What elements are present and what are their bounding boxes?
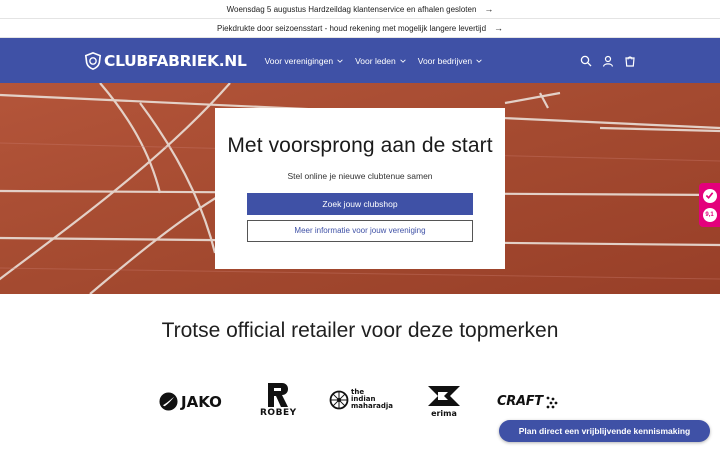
shield-logo-icon (84, 51, 102, 70)
review-side-widget[interactable]: 9,1 (699, 183, 720, 227)
hero-card: Met voorsprong aan de start Stel online … (215, 108, 505, 269)
jako-emblem-icon (159, 392, 178, 411)
review-score-badge: 9,1 (702, 207, 717, 222)
brand-logo-row: JAKO ROBEY the indian maharadja erima CR… (0, 380, 720, 425)
craft-dots-icon (546, 396, 558, 408)
announcement-text-1: Woensdag 5 augustus Hardzeildag klantens… (226, 4, 477, 14)
brand-erima[interactable]: erima (426, 384, 462, 418)
brand-jako-name: JAKO (181, 392, 222, 411)
brands-section-title: Trotse official retailer voor deze topme… (161, 319, 559, 342)
nav-voor-leden[interactable]: Voor leden (355, 56, 406, 66)
announcement-text-2: Piekdrukte door seizoensstart - houd rek… (216, 23, 487, 33)
maharadja-wheel-icon (329, 390, 349, 409)
more-info-button[interactable]: Meer informatie voor jouw vereniging (247, 220, 473, 242)
nav-label: Voor verenigingen (264, 55, 334, 66)
brand-craft-name: CRAFT (497, 394, 543, 409)
arrow-right-icon: → (494, 23, 504, 33)
nav-label: Voor bedrijven (417, 55, 473, 66)
site-header: CLUBFABRIEK.NL Voor verenigingen Voor le… (0, 38, 720, 83)
chevron-down-icon (400, 59, 406, 63)
hero-title: Met voorsprong aan de start (227, 134, 493, 157)
cart-icon[interactable] (624, 55, 636, 67)
announcement-bar-2[interactable]: Piekdrukte door seizoensstart - houd rek… (0, 19, 720, 38)
nav-label: Voor leden (355, 55, 396, 66)
main-nav: Voor verenigingen Voor leden Voor bedrij… (265, 56, 495, 66)
robey-r-icon (268, 383, 289, 407)
announcement-bar-1[interactable]: Woensdag 5 augustus Hardzeildag klantens… (0, 0, 720, 19)
hero-banner: Met voorsprong aan de start Stel online … (0, 83, 720, 294)
nav-voor-bedrijven[interactable]: Voor bedrijven (418, 56, 482, 66)
chevron-down-icon (476, 59, 482, 63)
arrow-right-icon: → (484, 4, 494, 14)
brand-robey-name: ROBEY (260, 408, 297, 418)
header-actions (570, 55, 636, 67)
hero-subtitle: Stel online je nieuwe clubtenue samen (287, 171, 433, 181)
checkmark-badge-icon (702, 188, 717, 203)
site-logo[interactable]: CLUBFABRIEK.NL (84, 52, 247, 70)
account-icon[interactable] (602, 55, 614, 67)
brand-craft[interactable]: CRAFT (497, 394, 558, 409)
brand-erima-name: erima (431, 409, 457, 418)
brand-maharadja-word: maharadja (351, 402, 394, 410)
brand-jako[interactable]: JAKO (159, 392, 222, 411)
find-clubshop-button[interactable]: Zoek jouw clubshop (247, 193, 473, 215)
brand-indian-maharadja-name: the indian maharadja (351, 389, 393, 410)
nav-voor-verenigingen[interactable]: Voor verenigingen (265, 56, 344, 66)
erima-emblem-icon (428, 386, 460, 406)
brand-robey[interactable]: ROBEY (260, 382, 297, 418)
logo-text: CLUBFABRIEK.NL (104, 51, 247, 70)
brand-indian-maharadja[interactable]: the indian maharadja (329, 389, 393, 410)
search-icon[interactable] (580, 55, 592, 67)
plan-kennismaking-button[interactable]: Plan direct een vrijblijvende kennismaki… (499, 420, 710, 442)
chevron-down-icon (337, 59, 343, 63)
